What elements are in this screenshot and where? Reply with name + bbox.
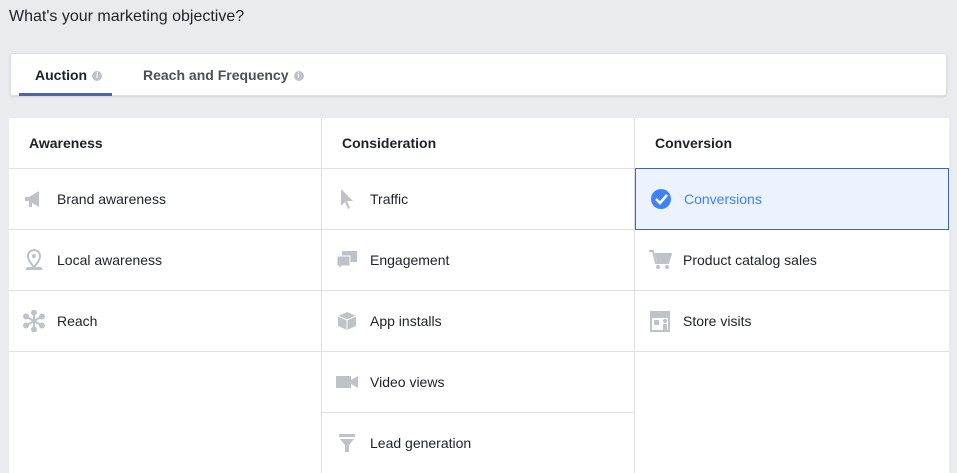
- objective-label: Reach: [57, 313, 98, 329]
- info-icon[interactable]: i: [92, 71, 103, 81]
- objective-traffic[interactable]: Traffic: [322, 169, 634, 230]
- objective-label: Video views: [370, 374, 445, 390]
- column-consideration: Consideration Traffic Engagement App ins…: [322, 118, 635, 473]
- objective-brand-awareness[interactable]: Brand awareness: [9, 169, 321, 230]
- objective-local-awareness[interactable]: Local awareness: [9, 230, 321, 291]
- box-icon: [334, 308, 360, 334]
- objective-tabs: Auction i Reach and Frequency i: [10, 53, 947, 96]
- objective-product-catalog-sales[interactable]: Product catalog sales: [635, 230, 949, 291]
- reach-asterisk-icon: [21, 308, 47, 334]
- tab-auction-label: Auction: [35, 67, 88, 83]
- tab-auction[interactable]: Auction i: [19, 54, 112, 96]
- objective-label: Product catalog sales: [683, 252, 817, 268]
- funnel-icon: [334, 430, 360, 456]
- column-heading: Consideration: [322, 118, 634, 169]
- objective-store-visits[interactable]: Store visits: [635, 291, 949, 352]
- objective-reach[interactable]: Reach: [9, 291, 321, 352]
- column-awareness: Awareness Brand awareness Local awarenes…: [9, 118, 322, 473]
- objective-conversions[interactable]: Conversions: [635, 168, 949, 230]
- cursor-icon: [334, 186, 360, 212]
- objective-label: App installs: [370, 313, 442, 329]
- objective-label: Traffic: [370, 191, 409, 207]
- objective-label: Store visits: [683, 313, 752, 329]
- shopping-cart-icon: [647, 247, 673, 273]
- objective-label: Local awareness: [57, 252, 163, 268]
- objective-lead-generation[interactable]: Lead generation: [322, 413, 634, 473]
- column-conversion: Conversion Conversions Product catalog s…: [635, 118, 949, 473]
- objective-engagement[interactable]: Engagement: [322, 230, 634, 291]
- column-heading: Awareness: [9, 118, 321, 169]
- objective-label: Brand awareness: [57, 191, 166, 207]
- video-camera-icon: [334, 369, 360, 395]
- megaphone-icon: [21, 186, 47, 212]
- objective-label: Lead generation: [370, 435, 472, 451]
- chat-bubbles-icon: [334, 247, 360, 273]
- map-pin-icon: [21, 247, 47, 273]
- column-heading: Conversion: [635, 118, 949, 169]
- page-title: What's your marketing objective?: [9, 8, 245, 25]
- tab-reach-and-frequency[interactable]: Reach and Frequency i: [143, 54, 308, 96]
- objective-app-installs[interactable]: App installs: [322, 291, 634, 352]
- info-icon[interactable]: i: [293, 71, 304, 81]
- objective-label: Conversions: [684, 191, 762, 207]
- tab-reach-label: Reach and Frequency: [143, 67, 289, 83]
- objective-label: Engagement: [370, 252, 450, 268]
- store-icon: [647, 308, 673, 334]
- objective-grid: Awareness Brand awareness Local awarenes…: [9, 118, 949, 473]
- objective-video-views[interactable]: Video views: [322, 352, 634, 413]
- check-circle-icon: [648, 186, 674, 212]
